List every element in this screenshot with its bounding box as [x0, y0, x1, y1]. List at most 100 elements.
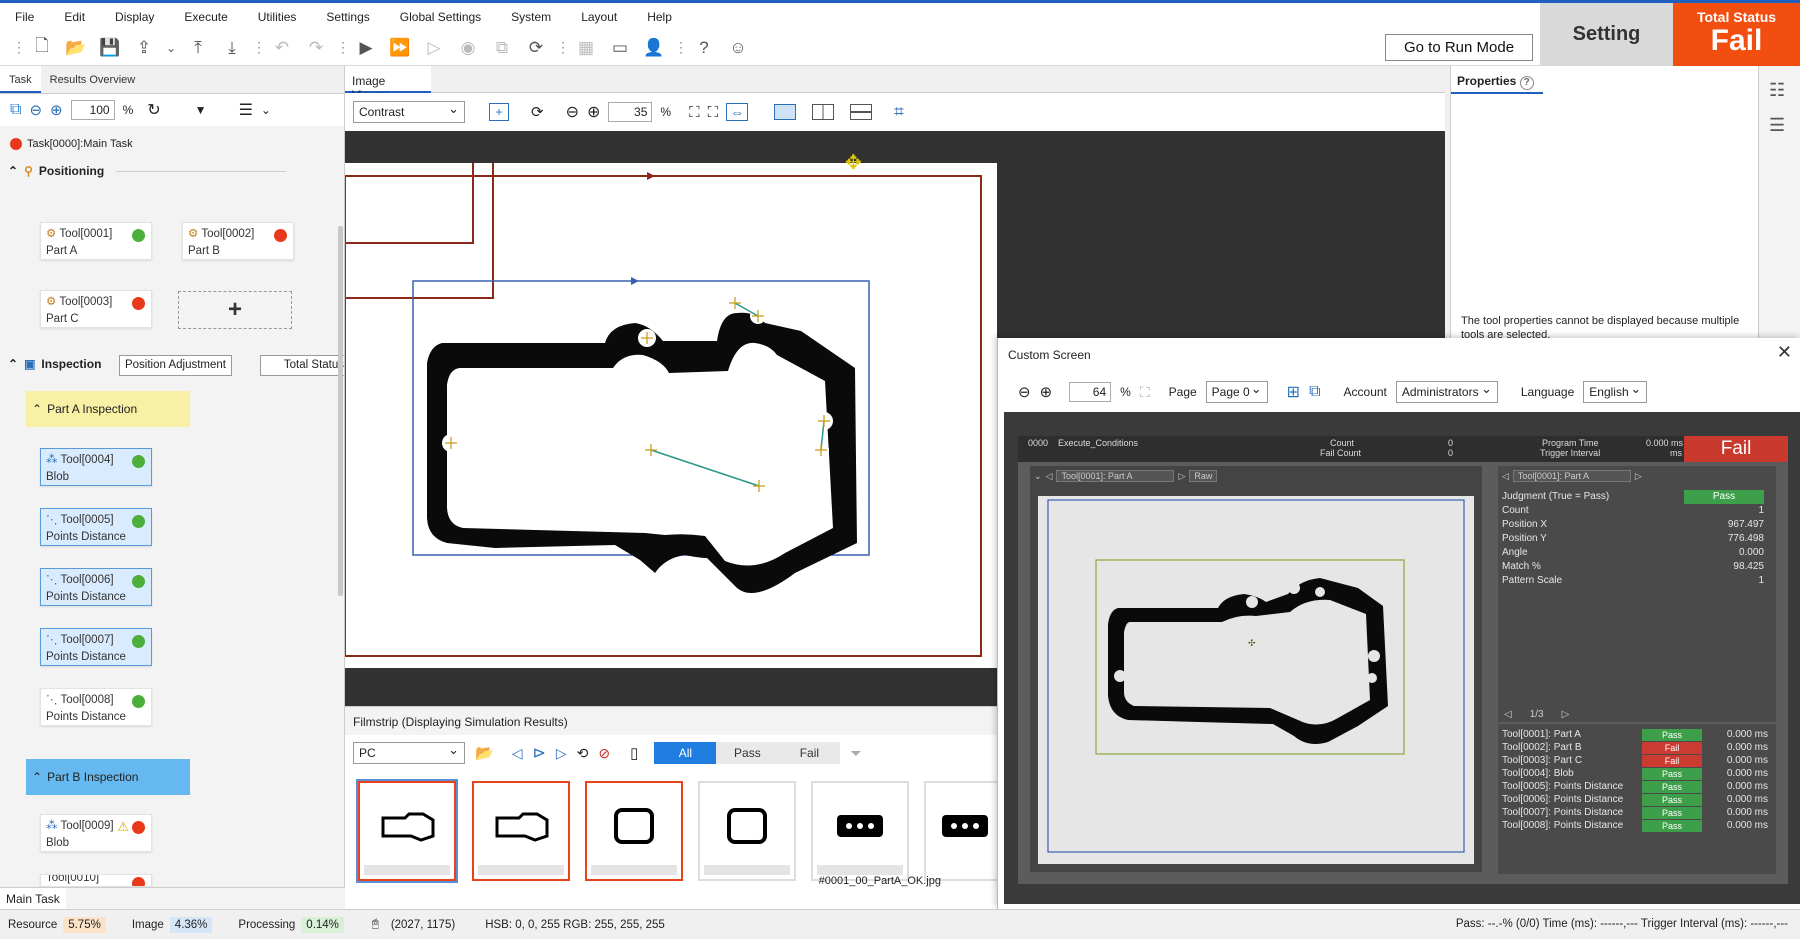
export-icon[interactable]: ⇪: [130, 34, 158, 62]
tool-card-0008[interactable]: ⋱ Tool[0008] Points Distance: [40, 688, 152, 726]
settings-list-icon[interactable]: ☰: [1769, 115, 1800, 136]
copy-icon[interactable]: ⧉: [488, 34, 516, 62]
collapse-icon[interactable]: ⌃: [8, 357, 18, 371]
menu-execute[interactable]: Execute: [169, 10, 242, 24]
stop-on-fail-icon[interactable]: ⊘: [598, 745, 610, 762]
filter-icon[interactable]: ▼: [195, 103, 207, 117]
fit-icon[interactable]: ⛶: [689, 104, 700, 121]
toolbar-grip-icon[interactable]: ⋮: [12, 39, 26, 56]
tool-card-0007[interactable]: ⋱ Tool[0007] Points Distance: [40, 628, 152, 666]
add-region-icon[interactable]: +: [489, 103, 509, 121]
monitor-icon[interactable]: ▭: [606, 34, 634, 62]
zoom-out-icon[interactable]: ⊖: [1018, 383, 1031, 401]
chevron-down-icon[interactable]: ⌄: [1034, 471, 1042, 482]
tool-card-0005[interactable]: ⋱ Tool[0005] Points Distance: [40, 508, 152, 546]
page-select[interactable]: Page 0: [1205, 381, 1268, 403]
add-screen-icon[interactable]: ⊞: [1287, 382, 1300, 402]
save-image-icon[interactable]: ▯: [630, 744, 638, 762]
new-file-icon[interactable]: 🗋: [28, 34, 56, 62]
collapse-icon[interactable]: ⌃: [8, 164, 18, 178]
position-adjustment-button[interactable]: Position Adjustment: [119, 355, 232, 376]
total-status-button[interactable]: Total Status: [260, 355, 344, 376]
play-icon[interactable]: ⊳: [532, 743, 545, 763]
thumbnail-6[interactable]: [924, 781, 1000, 881]
collapse-icon[interactable]: ⌃: [32, 402, 42, 416]
tab-image-viewer[interactable]: Image Viewer: [345, 66, 431, 102]
single-view-icon[interactable]: [774, 104, 797, 120]
next-icon[interactable]: ▷: [1562, 709, 1570, 720]
go-to-run-mode-button[interactable]: Go to Run Mode: [1385, 34, 1533, 61]
left-scrollbar[interactable]: [338, 226, 343, 596]
image-type-select[interactable]: Raw: [1189, 470, 1218, 482]
collapse-icon[interactable]: ⌃: [32, 770, 42, 784]
image-source-select[interactable]: PC: [353, 742, 465, 764]
user-icon[interactable]: 👤: [640, 34, 668, 62]
run-once-icon[interactable]: ▶: [352, 34, 380, 62]
support-icon[interactable]: ☺: [724, 34, 752, 62]
run-continuous-icon[interactable]: ⏩: [386, 34, 414, 62]
tool-card-0010[interactable]: Tool[0010]: [40, 874, 152, 887]
custom-screen-image[interactable]: ✣: [1038, 496, 1474, 864]
task-zoom-input[interactable]: 100: [70, 100, 115, 120]
properties-list-icon[interactable]: ☷: [1769, 80, 1800, 101]
graphics-settings-icon[interactable]: ⌗: [894, 102, 904, 122]
open-folder-icon[interactable]: 📂: [62, 34, 90, 62]
previous-icon[interactable]: ◁: [1502, 471, 1509, 482]
thumbnail-3[interactable]: [585, 781, 683, 881]
tool-card-0004[interactable]: ⁂ Tool[0004] Blob: [40, 448, 152, 486]
refresh-cycle-icon[interactable]: ⟳: [522, 34, 550, 62]
loop-icon[interactable]: ⟲: [577, 745, 589, 762]
filter-all[interactable]: All: [654, 742, 717, 764]
custom-zoom-input[interactable]: 64: [1069, 382, 1112, 402]
menu-file[interactable]: File: [0, 10, 49, 24]
task-root[interactable]: Task[0000]:Main Task: [10, 138, 133, 150]
next-icon[interactable]: ▷: [556, 745, 567, 762]
upload-icon[interactable]: ⤒: [184, 34, 212, 62]
thumbnail-2[interactable]: [472, 781, 570, 881]
next-icon[interactable]: ▷: [1178, 471, 1185, 482]
filter-pass[interactable]: Pass: [716, 742, 779, 764]
group-part-b-inspection[interactable]: ⌃ Part B Inspection: [26, 759, 190, 795]
thumbnail-4[interactable]: [698, 781, 796, 881]
redo-icon[interactable]: ↷: [302, 34, 330, 62]
run-selected-icon[interactable]: ▷: [420, 34, 448, 62]
previous-icon[interactable]: ◁: [512, 745, 523, 762]
tool-card-0002[interactable]: ⚙ Tool[0002] Part B: [182, 222, 294, 260]
language-select[interactable]: English: [1583, 381, 1648, 403]
menu-system[interactable]: System: [496, 10, 566, 24]
filter-fail[interactable]: Fail: [778, 742, 841, 764]
tool-image-select[interactable]: Tool[0001]: Part A: [1056, 470, 1175, 482]
split-horizontal-icon[interactable]: [850, 104, 873, 120]
menu-global-settings[interactable]: Global Settings: [385, 10, 496, 24]
next-icon[interactable]: ▷: [1635, 471, 1642, 482]
menu-utilities[interactable]: Utilities: [243, 10, 312, 24]
menu-help[interactable]: Help: [632, 10, 687, 24]
dropdown-icon[interactable]: ⌄: [164, 34, 178, 62]
copy-screen-icon[interactable]: ⧉: [1309, 383, 1320, 401]
tab-properties[interactable]: Properties ?: [1451, 66, 1543, 94]
zoom-out-icon[interactable]: ⊖: [566, 102, 579, 122]
zoom-in-icon[interactable]: ⊕: [1040, 383, 1053, 401]
result-tool-select[interactable]: Tool[0001]: Part A: [1512, 470, 1631, 482]
help-icon[interactable]: ?: [690, 34, 718, 62]
previous-icon[interactable]: ◁: [1046, 471, 1053, 482]
previous-icon[interactable]: ◁: [1504, 709, 1512, 720]
add-tool-button[interactable]: +: [178, 291, 292, 329]
tool-card-0001[interactable]: ⚙ Tool[0001] Part A: [40, 222, 152, 260]
display-mode-select[interactable]: Contrast: [353, 101, 465, 123]
tool-card-0009[interactable]: ⁂ Tool[0009] Blob ⚠: [40, 814, 152, 852]
thumbnail-1[interactable]: [356, 779, 458, 883]
menu-layout[interactable]: Layout: [566, 10, 632, 24]
inspection-image[interactable]: [344, 133, 997, 668]
group-part-a-inspection[interactable]: ⌃ Part A Inspection: [26, 391, 190, 427]
save-icon[interactable]: 💾: [96, 34, 124, 62]
tab-results-overview[interactable]: Results Overview: [41, 66, 145, 93]
account-select[interactable]: Administrators: [1395, 381, 1498, 403]
menu-display[interactable]: Display: [100, 10, 169, 24]
refresh-image-icon[interactable]: ⟳: [531, 103, 544, 121]
open-folder-icon[interactable]: 📂: [475, 744, 494, 762]
layout-icon[interactable]: ▦: [572, 34, 600, 62]
fit-icon[interactable]: ⛶: [1140, 384, 1150, 401]
list-view-icon[interactable]: ☰: [239, 100, 253, 120]
tool-card-0003[interactable]: ⚙ Tool[0003] Part C: [40, 290, 152, 328]
